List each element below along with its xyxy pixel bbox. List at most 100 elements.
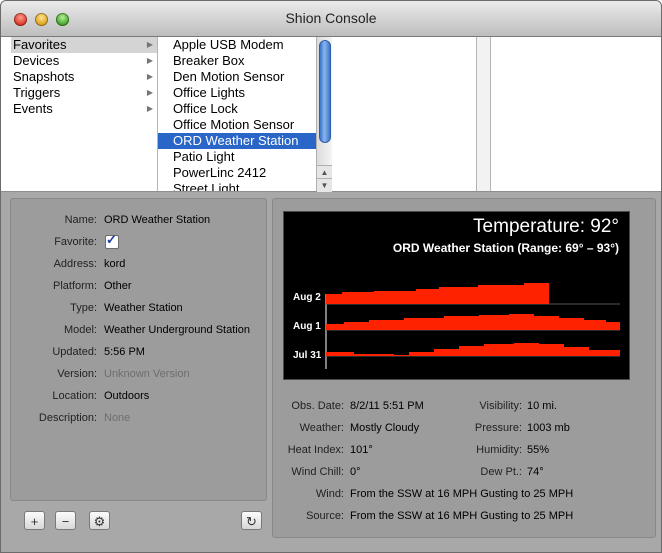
field-value: 8/2/11 5:51 PM — [350, 400, 424, 412]
field-value: From the SSW at 16 MPH Gusting to 25 MPH — [350, 488, 574, 500]
scroll-up-arrow-icon[interactable]: ▲ — [317, 165, 332, 179]
field-value[interactable]: None — [104, 410, 130, 426]
field-value[interactable]: Outdoors — [104, 388, 149, 404]
device-details-panel: Name: ORD Weather Station Favorite: ✓ Addr… — [10, 198, 267, 501]
field-value: Weather Station — [104, 302, 183, 314]
field-label: Model: — [63, 324, 97, 336]
field-value: 101° — [350, 444, 373, 456]
field-value: Weather Underground Station — [104, 324, 250, 336]
refresh-button[interactable]: ↻ — [241, 511, 262, 530]
field-label: Type: — [70, 302, 97, 314]
field-value: From the SSW at 16 MPH Gusting to 25 MPH — [350, 510, 574, 522]
detail-name: Name: ORD Weather Station — [11, 212, 261, 228]
detail-platform: Platform: Other — [11, 278, 261, 294]
field-label: Platform: — [52, 280, 97, 292]
empty-column-2 — [491, 37, 661, 191]
field-label: Dew Pt.: — [480, 466, 522, 478]
field-value: 10 mi. — [527, 400, 557, 412]
field-label: Description: — [38, 412, 97, 424]
field-label: Pressure: — [474, 422, 522, 434]
category-label: Events — [13, 101, 53, 116]
field-label: Visibility: — [479, 400, 522, 412]
device-item[interactable]: Office Lock — [158, 101, 331, 117]
device-item[interactable]: Office Lights — [158, 85, 331, 101]
detail-version: Version: Unknown Version — [11, 366, 261, 382]
field-value: 5:56 PM — [104, 346, 145, 358]
device-item-selected[interactable]: ORD Weather Station — [158, 133, 331, 149]
temperature-graph: Temperature: 92° ORD Weather Station (Ra… — [283, 211, 630, 380]
field-label: Updated: — [52, 346, 97, 358]
category-label: Snapshots — [13, 69, 75, 84]
checkmark-icon: ✓ — [106, 232, 117, 247]
device-item[interactable]: Street Light — [158, 181, 331, 191]
graph-row-label: Jul 31 — [293, 350, 322, 361]
app-window: Shion Console Favorites ▶ Devices ▶ Snapsh… — [0, 0, 662, 553]
settings-button[interactable]: ⚙ — [89, 511, 110, 530]
gear-icon: ⚙ — [93, 514, 106, 529]
graph-row-label: Aug 2 — [293, 292, 321, 303]
detail-updated: Updated: 5:56 PM — [11, 344, 261, 360]
category-devices[interactable]: Devices ▶ — [11, 53, 157, 69]
category-triggers[interactable]: Triggers ▶ — [11, 85, 157, 101]
device-item[interactable]: Den Motion Sensor — [158, 69, 331, 85]
field-value: Unknown Version — [104, 368, 190, 380]
detail-location: Location: Outdoors — [11, 388, 261, 404]
field-value: 1003 mb — [527, 422, 570, 434]
scrollbar-thumb[interactable] — [319, 40, 331, 143]
add-button[interactable]: + — [24, 511, 45, 530]
refresh-icon: ↻ — [246, 514, 257, 529]
category-label: Favorites — [13, 37, 67, 52]
device-column-scrollbar[interactable]: ▲ ▼ — [316, 37, 332, 192]
field-value: ORD Weather Station — [104, 214, 211, 226]
device-column[interactable]: Apple USB Modem Breaker Box Den Motion S… — [158, 37, 332, 191]
window-title: Shion Console — [285, 10, 377, 26]
chevron-right-icon: ▶ — [146, 88, 153, 97]
chevron-right-icon: ▶ — [146, 104, 153, 113]
device-item[interactable]: Office Motion Sensor — [158, 117, 331, 133]
browser-gutter — [1, 37, 11, 191]
field-label: Version: — [57, 368, 97, 380]
favorite-checkbox[interactable]: ✓ — [105, 232, 119, 249]
scroll-down-arrow-icon[interactable]: ▼ — [317, 178, 332, 192]
obs-date-row: Obs. Date: 8/2/11 5:51 PM Visibility: 10 mi… — [273, 398, 643, 414]
remove-button[interactable]: − — [55, 511, 76, 530]
title-bar[interactable]: Shion Console — [1, 1, 661, 37]
field-label: Source: — [306, 510, 344, 522]
temperature-bar-aug2 — [326, 283, 549, 304]
category-label: Triggers — [13, 85, 61, 100]
device-item[interactable]: PowerLinc 2412 — [158, 165, 331, 181]
field-label: Favorite: — [54, 236, 97, 248]
device-item[interactable]: Apple USB Modem — [158, 37, 331, 53]
field-value: Other — [104, 280, 132, 292]
empty-column — [332, 37, 477, 191]
category-column[interactable]: Favorites ▶ Devices ▶ Snapshots ▶ Triggers ▶… — [11, 37, 158, 191]
detail-favorite: Favorite: ✓ — [11, 232, 261, 250]
detail-address: Address: kord — [11, 256, 261, 272]
field-value: 0° — [350, 466, 361, 478]
field-value: Mostly Cloudy — [350, 422, 420, 434]
weather-row: Weather: Mostly Cloudy Pressure: 1003 mb — [273, 420, 643, 436]
graph-row-label: Aug 1 — [293, 321, 321, 332]
field-label: Name: — [64, 214, 97, 226]
source-row: Source: From the SSW at 16 MPH Gusting to… — [273, 508, 643, 524]
graph-title: Temperature: 92° — [473, 216, 619, 237]
column-divider[interactable] — [477, 37, 491, 191]
field-label: Location: — [52, 390, 97, 402]
plus-icon: + — [30, 514, 39, 529]
field-label: Weather: — [299, 422, 344, 434]
weather-panel: Temperature: 92° ORD Weather Station (Ra… — [272, 198, 656, 538]
field-label: Heat Index: — [287, 444, 344, 456]
temperature-bar-aug1 — [326, 314, 620, 330]
chevron-right-icon: ▶ — [146, 40, 153, 49]
device-item[interactable]: Patio Light — [158, 149, 331, 165]
category-events[interactable]: Events ▶ — [11, 101, 157, 117]
wind-chill-row: Wind Chill: 0° Dew Pt.: 74° — [273, 464, 643, 480]
field-value[interactable]: kord — [104, 256, 125, 272]
field-label: Humidity: — [476, 444, 522, 456]
detail-model: Model: Weather Underground Station — [11, 322, 261, 338]
field-value: 74° — [527, 466, 544, 478]
graph-subtitle: ORD Weather Station (Range: 69° – 93°) — [392, 241, 619, 255]
category-snapshots[interactable]: Snapshots ▶ — [11, 69, 157, 85]
category-favorites[interactable]: Favorites ▶ — [11, 37, 157, 53]
device-item[interactable]: Breaker Box — [158, 53, 331, 69]
